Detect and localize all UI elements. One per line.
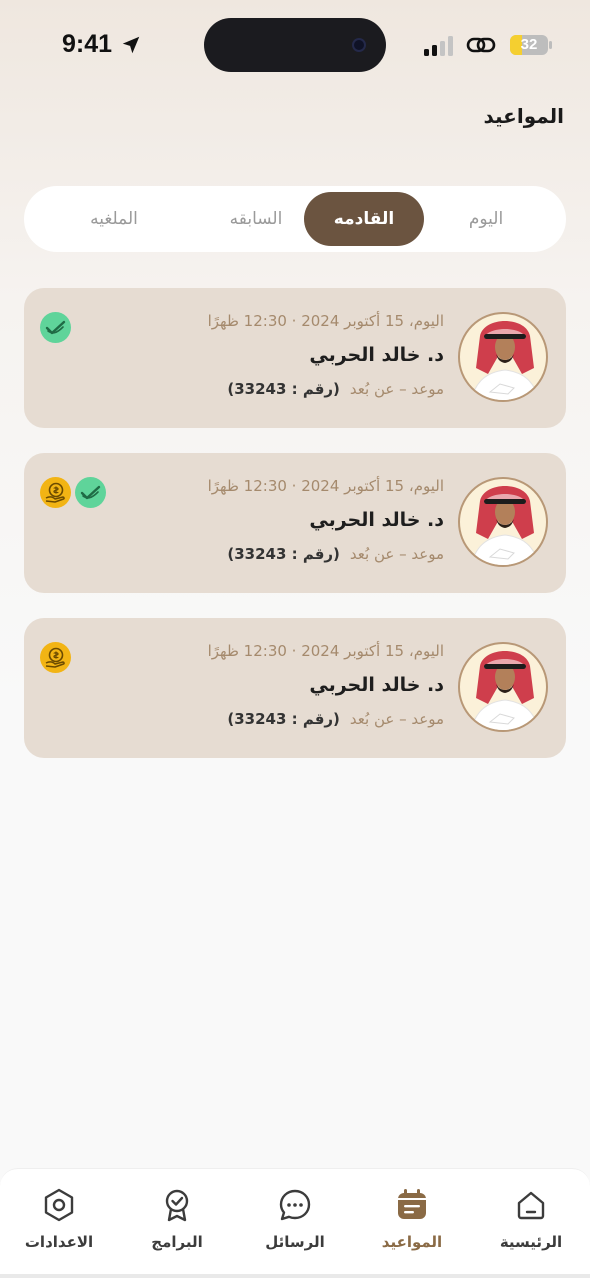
- appointment-type: موعد – عن بُعد: [349, 545, 444, 563]
- nav-messages[interactable]: الرسائل: [240, 1187, 350, 1251]
- home-indicator: [0, 1274, 590, 1278]
- calendar-icon: [398, 1189, 426, 1219]
- tab-past[interactable]: السابقه: [196, 192, 316, 246]
- doctor-name: د. خالد الحربي: [309, 674, 444, 696]
- doctor-avatar: [458, 477, 548, 567]
- appointment-number: (رقم : 33243): [227, 545, 340, 563]
- tab-upcoming[interactable]: القادمه: [304, 192, 424, 246]
- appointment-details: موعد – عن بُعد (رقم : 33243): [227, 380, 444, 398]
- battery-level: 32: [520, 36, 538, 53]
- status-bar: 9:41 32: [0, 0, 590, 90]
- nav-appointments[interactable]: المواعيد: [357, 1187, 467, 1251]
- status-time: 9:41: [62, 30, 113, 58]
- nav-messages-label: الرسائل: [265, 1233, 325, 1251]
- status-badges: [40, 477, 106, 508]
- coin-hand-icon: [40, 642, 71, 673]
- link-icon: [466, 37, 496, 53]
- tab-cancelled[interactable]: الملغيه: [54, 192, 174, 246]
- appointment-number: (رقم : 33243): [227, 380, 340, 398]
- cellular-signal-icon: [424, 36, 453, 56]
- nav-home[interactable]: الرئيسية: [476, 1187, 586, 1251]
- appointment-card[interactable]: اليوم، 15 أكتوبر 2024 · 12:30 ظهرًا د. خ…: [24, 288, 566, 428]
- appointment-card[interactable]: اليوم، 15 أكتوبر 2024 · 12:30 ظهرًا د. خ…: [24, 453, 566, 593]
- location-arrow-icon: [122, 36, 140, 54]
- paid-check-icon: [40, 312, 71, 343]
- nav-settings[interactable]: الاعدادات: [4, 1187, 114, 1251]
- tab-today[interactable]: اليوم: [426, 192, 546, 246]
- doctor-avatar: [458, 312, 548, 402]
- battery-cap: [549, 41, 552, 49]
- appointment-type: موعد – عن بُعد: [349, 380, 444, 398]
- appointment-card[interactable]: اليوم، 15 أكتوبر 2024 · 12:30 ظهرًا د. خ…: [24, 618, 566, 758]
- nav-settings-label: الاعدادات: [24, 1233, 94, 1251]
- doctor-portrait-icon: [470, 486, 540, 565]
- camera-dot: [352, 38, 366, 52]
- doctor-name: د. خالد الحربي: [309, 509, 444, 531]
- appointment-details: موعد – عن بُعد (رقم : 33243): [227, 710, 444, 728]
- doctor-name: د. خالد الحربي: [309, 344, 444, 366]
- nav-appointments-label: المواعيد: [381, 1233, 443, 1251]
- appointment-datetime: اليوم، 15 أكتوبر 2024 · 12:30 ظهرًا: [207, 642, 444, 660]
- doctor-avatar: [458, 642, 548, 732]
- nav-home-label: الرئيسية: [499, 1233, 563, 1251]
- status-badges: [40, 642, 71, 673]
- home-icon: [517, 1191, 545, 1220]
- appointment-tabs: اليوم القادمه السابقه الملغيه: [24, 186, 566, 252]
- status-badges: [40, 312, 71, 343]
- coin-hand-icon: [40, 477, 71, 508]
- bottom-nav: الرئيسية المواعيد الرسائل البرامج الاعدا…: [0, 1168, 590, 1278]
- appointment-details: موعد – عن بُعد (رقم : 33243): [227, 545, 444, 563]
- doctor-portrait-icon: [470, 651, 540, 730]
- appointment-datetime: اليوم، 15 أكتوبر 2024 · 12:30 ظهرًا: [207, 312, 444, 330]
- chat-icon: [279, 1189, 311, 1221]
- nav-programs[interactable]: البرامج: [122, 1187, 232, 1251]
- settings-icon: [44, 1188, 74, 1222]
- badge-check-icon: [165, 1189, 189, 1222]
- appointment-number: (رقم : 33243): [227, 710, 340, 728]
- doctor-portrait-icon: [470, 321, 540, 400]
- page-title: المواعيد: [483, 104, 564, 128]
- appointment-datetime: اليوم، 15 أكتوبر 2024 · 12:30 ظهرًا: [207, 477, 444, 495]
- nav-programs-label: البرامج: [151, 1233, 203, 1251]
- battery-indicator: 32: [510, 35, 548, 55]
- paid-check-icon: [75, 477, 106, 508]
- appointment-type: موعد – عن بُعد: [349, 710, 444, 728]
